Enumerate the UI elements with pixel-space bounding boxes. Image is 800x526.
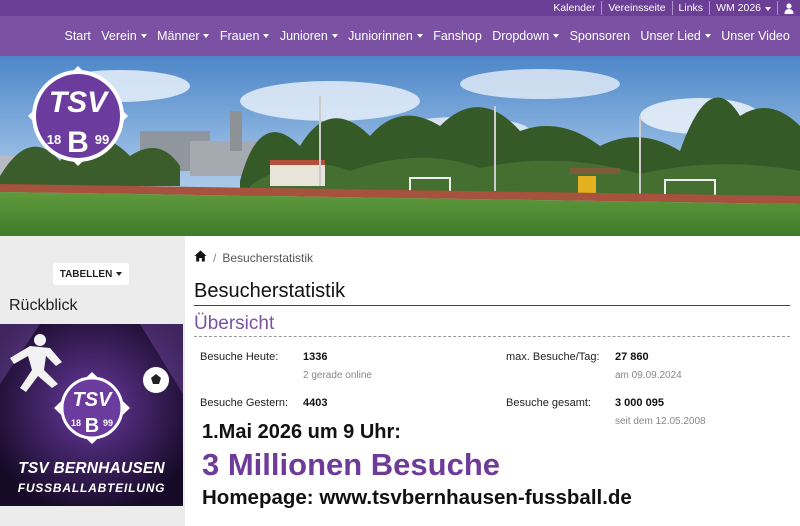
chevron-down-icon — [140, 34, 147, 38]
svg-text:99: 99 — [103, 418, 113, 428]
chevron-down-icon — [203, 34, 210, 38]
nav-item-label: Start — [64, 29, 91, 43]
top-utility-bar: Kalender Vereinsseite Links WM 2026 — [0, 0, 800, 16]
besuche-gestern-value: 4403 — [303, 397, 328, 409]
topbar-link-vereinsseite[interactable]: Vereinsseite — [601, 1, 671, 15]
max-besuche-date: am 09.09.2024 — [615, 370, 682, 381]
chevron-down-icon — [553, 34, 560, 38]
nav-item-verein[interactable]: Verein — [96, 29, 152, 43]
svg-text:18: 18 — [71, 418, 81, 428]
tabellen-label: TABELLEN — [59, 268, 113, 280]
nav-item-label: Sponsoren — [569, 29, 631, 43]
chevron-down-icon — [704, 34, 711, 38]
besuche-gesamt-value: 3 000 095 — [615, 397, 664, 409]
nav-item-frauen[interactable]: Frauen — [215, 29, 275, 43]
nav-item-fanshop[interactable]: Fanshop — [428, 29, 487, 43]
chevron-down-icon — [263, 34, 270, 38]
main-navigation: Start Verein Männer Frauen Junioren Juniorinn… — [0, 16, 800, 56]
promo-subtitle: FUSSBALLABTEILUNG — [17, 481, 166, 495]
announcement-homepage: Homepage: www.tsvbernhausen-fussball.de — [202, 486, 632, 509]
user-icon[interactable] — [777, 1, 800, 15]
online-count: 2 gerade online — [303, 370, 372, 381]
topbar-link-kalender[interactable]: Kalender — [547, 1, 601, 15]
max-besuche-label: max. Besuche/Tag: — [506, 351, 600, 363]
nav-item-unser-video[interactable]: Unser Video — [716, 29, 795, 43]
promo-title: TSV BERNHAUSEN — [18, 460, 165, 477]
nav-item-label: Fanshop — [433, 29, 482, 43]
svg-text:18: 18 — [47, 132, 61, 147]
nav-item-label: Frauen — [219, 29, 260, 43]
topbar-link-links[interactable]: Links — [671, 1, 710, 15]
soccer-ball-icon — [143, 367, 169, 393]
nav-item-label: Junioren — [279, 29, 328, 43]
announcement-headline: 3 Millionen Besuche — [202, 447, 501, 482]
nav-item-dropdown[interactable]: Dropdown — [487, 29, 564, 43]
svg-text:TSV: TSV — [73, 389, 114, 411]
tabellen-dropdown-button[interactable]: TABELLEN — [53, 263, 129, 285]
home-icon[interactable] — [194, 250, 207, 265]
club-logo[interactable]: TSV 18 99 B — [24, 64, 132, 168]
nav-item-sponsoren[interactable]: Sponsoren — [564, 29, 635, 43]
page-title: Besucherstatistik — [194, 280, 790, 306]
nav-item-start[interactable]: Start — [59, 29, 96, 43]
section-title: Übersicht — [194, 313, 790, 337]
chevron-down-icon — [331, 34, 338, 38]
svg-text:B: B — [85, 415, 99, 437]
chevron-down-icon — [116, 272, 123, 276]
besuche-gestern-label: Besuche Gestern: — [200, 397, 289, 409]
nav-item-junioren[interactable]: Junioren — [275, 29, 343, 43]
besuche-gesamt-label: Besuche gesamt: — [506, 397, 591, 409]
nav-item-label: Juniorinnen — [348, 29, 413, 43]
svg-text:99: 99 — [95, 132, 109, 147]
nav-item-juniorinnen[interactable]: Juniorinnen — [343, 29, 428, 43]
nav-item-label: Unser Lied — [640, 29, 701, 43]
besuche-heute-value: 1336 — [303, 351, 328, 363]
nav-item-männer[interactable]: Männer — [152, 29, 215, 43]
breadcrumb-current: Besucherstatistik — [222, 250, 314, 265]
max-besuche-value: 27 860 — [615, 351, 649, 363]
rueckblick-heading: Rückblick — [9, 297, 78, 314]
besuche-gesamt-since: seit dem 12.05.2008 — [615, 416, 706, 427]
topbar-dropdown-wm2026[interactable]: WM 2026 — [709, 1, 777, 15]
breadcrumb-separator: / — [213, 250, 217, 265]
topbar-wm2026-label: WM 2026 — [716, 2, 761, 14]
breadcrumb: / Besucherstatistik — [194, 250, 313, 265]
nav-item-label: Männer — [157, 29, 200, 43]
svg-text:B: B — [67, 126, 89, 159]
promo-banner[interactable]: TSV 18 99 B TSV BERNHAUSEN FUSSBALLABTEI… — [0, 324, 183, 506]
nav-item-label: Dropdown — [492, 29, 550, 43]
announcement-date: 1.Mai 2026 um 9 Uhr: — [202, 421, 401, 443]
chevron-down-icon — [765, 7, 771, 11]
logo-text: TSV — [49, 86, 110, 119]
chevron-down-icon — [416, 34, 423, 38]
besuche-heute-label: Besuche Heute: — [200, 351, 279, 363]
nav-item-label: Verein — [101, 29, 137, 43]
nav-item-unser-lied[interactable]: Unser Lied — [635, 29, 716, 43]
nav-item-label: Unser Video — [721, 29, 790, 43]
